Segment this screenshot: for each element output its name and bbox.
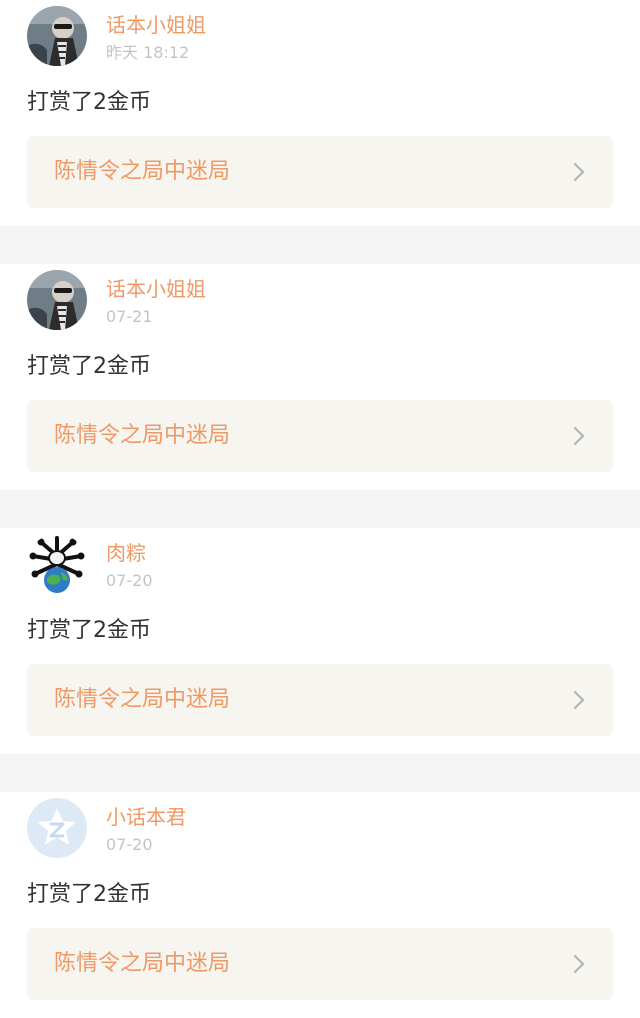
sunglasses-person-avatar-icon xyxy=(27,6,87,66)
avatar[interactable] xyxy=(27,798,87,858)
timestamp: 07-21 xyxy=(106,307,153,326)
work-title: 陈情令之局中迷局 xyxy=(54,423,231,448)
reward-action-text: 打赏了2金币 xyxy=(27,618,151,643)
avatar[interactable] xyxy=(27,534,87,594)
chevron-right-icon xyxy=(571,426,587,446)
chevron-right-icon xyxy=(571,690,587,710)
feed-item: 话本小姐姐 昨天 18:12 打赏了2金币 陈情令之局中迷局 xyxy=(0,0,640,226)
work-title: 陈情令之局中迷局 xyxy=(54,687,231,712)
username[interactable]: 小话本君 xyxy=(106,804,186,830)
username[interactable]: 肉粽 xyxy=(106,540,146,566)
reward-action-text: 打赏了2金币 xyxy=(27,882,151,907)
work-link-card[interactable]: 陈情令之局中迷局 xyxy=(27,400,613,472)
avatar[interactable] xyxy=(27,270,87,330)
chevron-right-icon xyxy=(571,954,587,974)
feed-item: 肉粽 07-20 打赏了2金币 陈情令之局中迷局 xyxy=(0,528,640,754)
work-link-card[interactable]: 陈情令之局中迷局 xyxy=(27,136,613,208)
reward-action-text: 打赏了2金币 xyxy=(27,354,151,379)
default-star-avatar-icon xyxy=(27,798,87,858)
sunglasses-person-avatar-icon xyxy=(27,270,87,330)
feed-item: 话本小姐姐 07-21 打赏了2金币 陈情令之局中迷局 xyxy=(0,264,640,490)
reward-feed: 话本小姐姐 昨天 18:12 打赏了2金币 陈情令之局中迷局 话本小姐姐 07-… xyxy=(0,0,640,1018)
username[interactable]: 话本小姐姐 xyxy=(106,12,206,38)
timestamp: 07-20 xyxy=(106,835,153,854)
timestamp: 07-20 xyxy=(106,571,153,590)
feed-item: 小话本君 07-20 打赏了2金币 陈情令之局中迷局 xyxy=(0,792,640,1018)
work-link-card[interactable]: 陈情令之局中迷局 xyxy=(27,664,613,736)
work-title: 陈情令之局中迷局 xyxy=(54,159,231,184)
cartoon-globe-avatar-icon xyxy=(27,534,87,594)
username[interactable]: 话本小姐姐 xyxy=(106,276,206,302)
reward-action-text: 打赏了2金币 xyxy=(27,90,151,115)
avatar[interactable] xyxy=(27,6,87,66)
work-title: 陈情令之局中迷局 xyxy=(54,951,231,976)
timestamp: 昨天 18:12 xyxy=(106,43,190,62)
chevron-right-icon xyxy=(571,162,587,182)
work-link-card[interactable]: 陈情令之局中迷局 xyxy=(27,928,613,1000)
